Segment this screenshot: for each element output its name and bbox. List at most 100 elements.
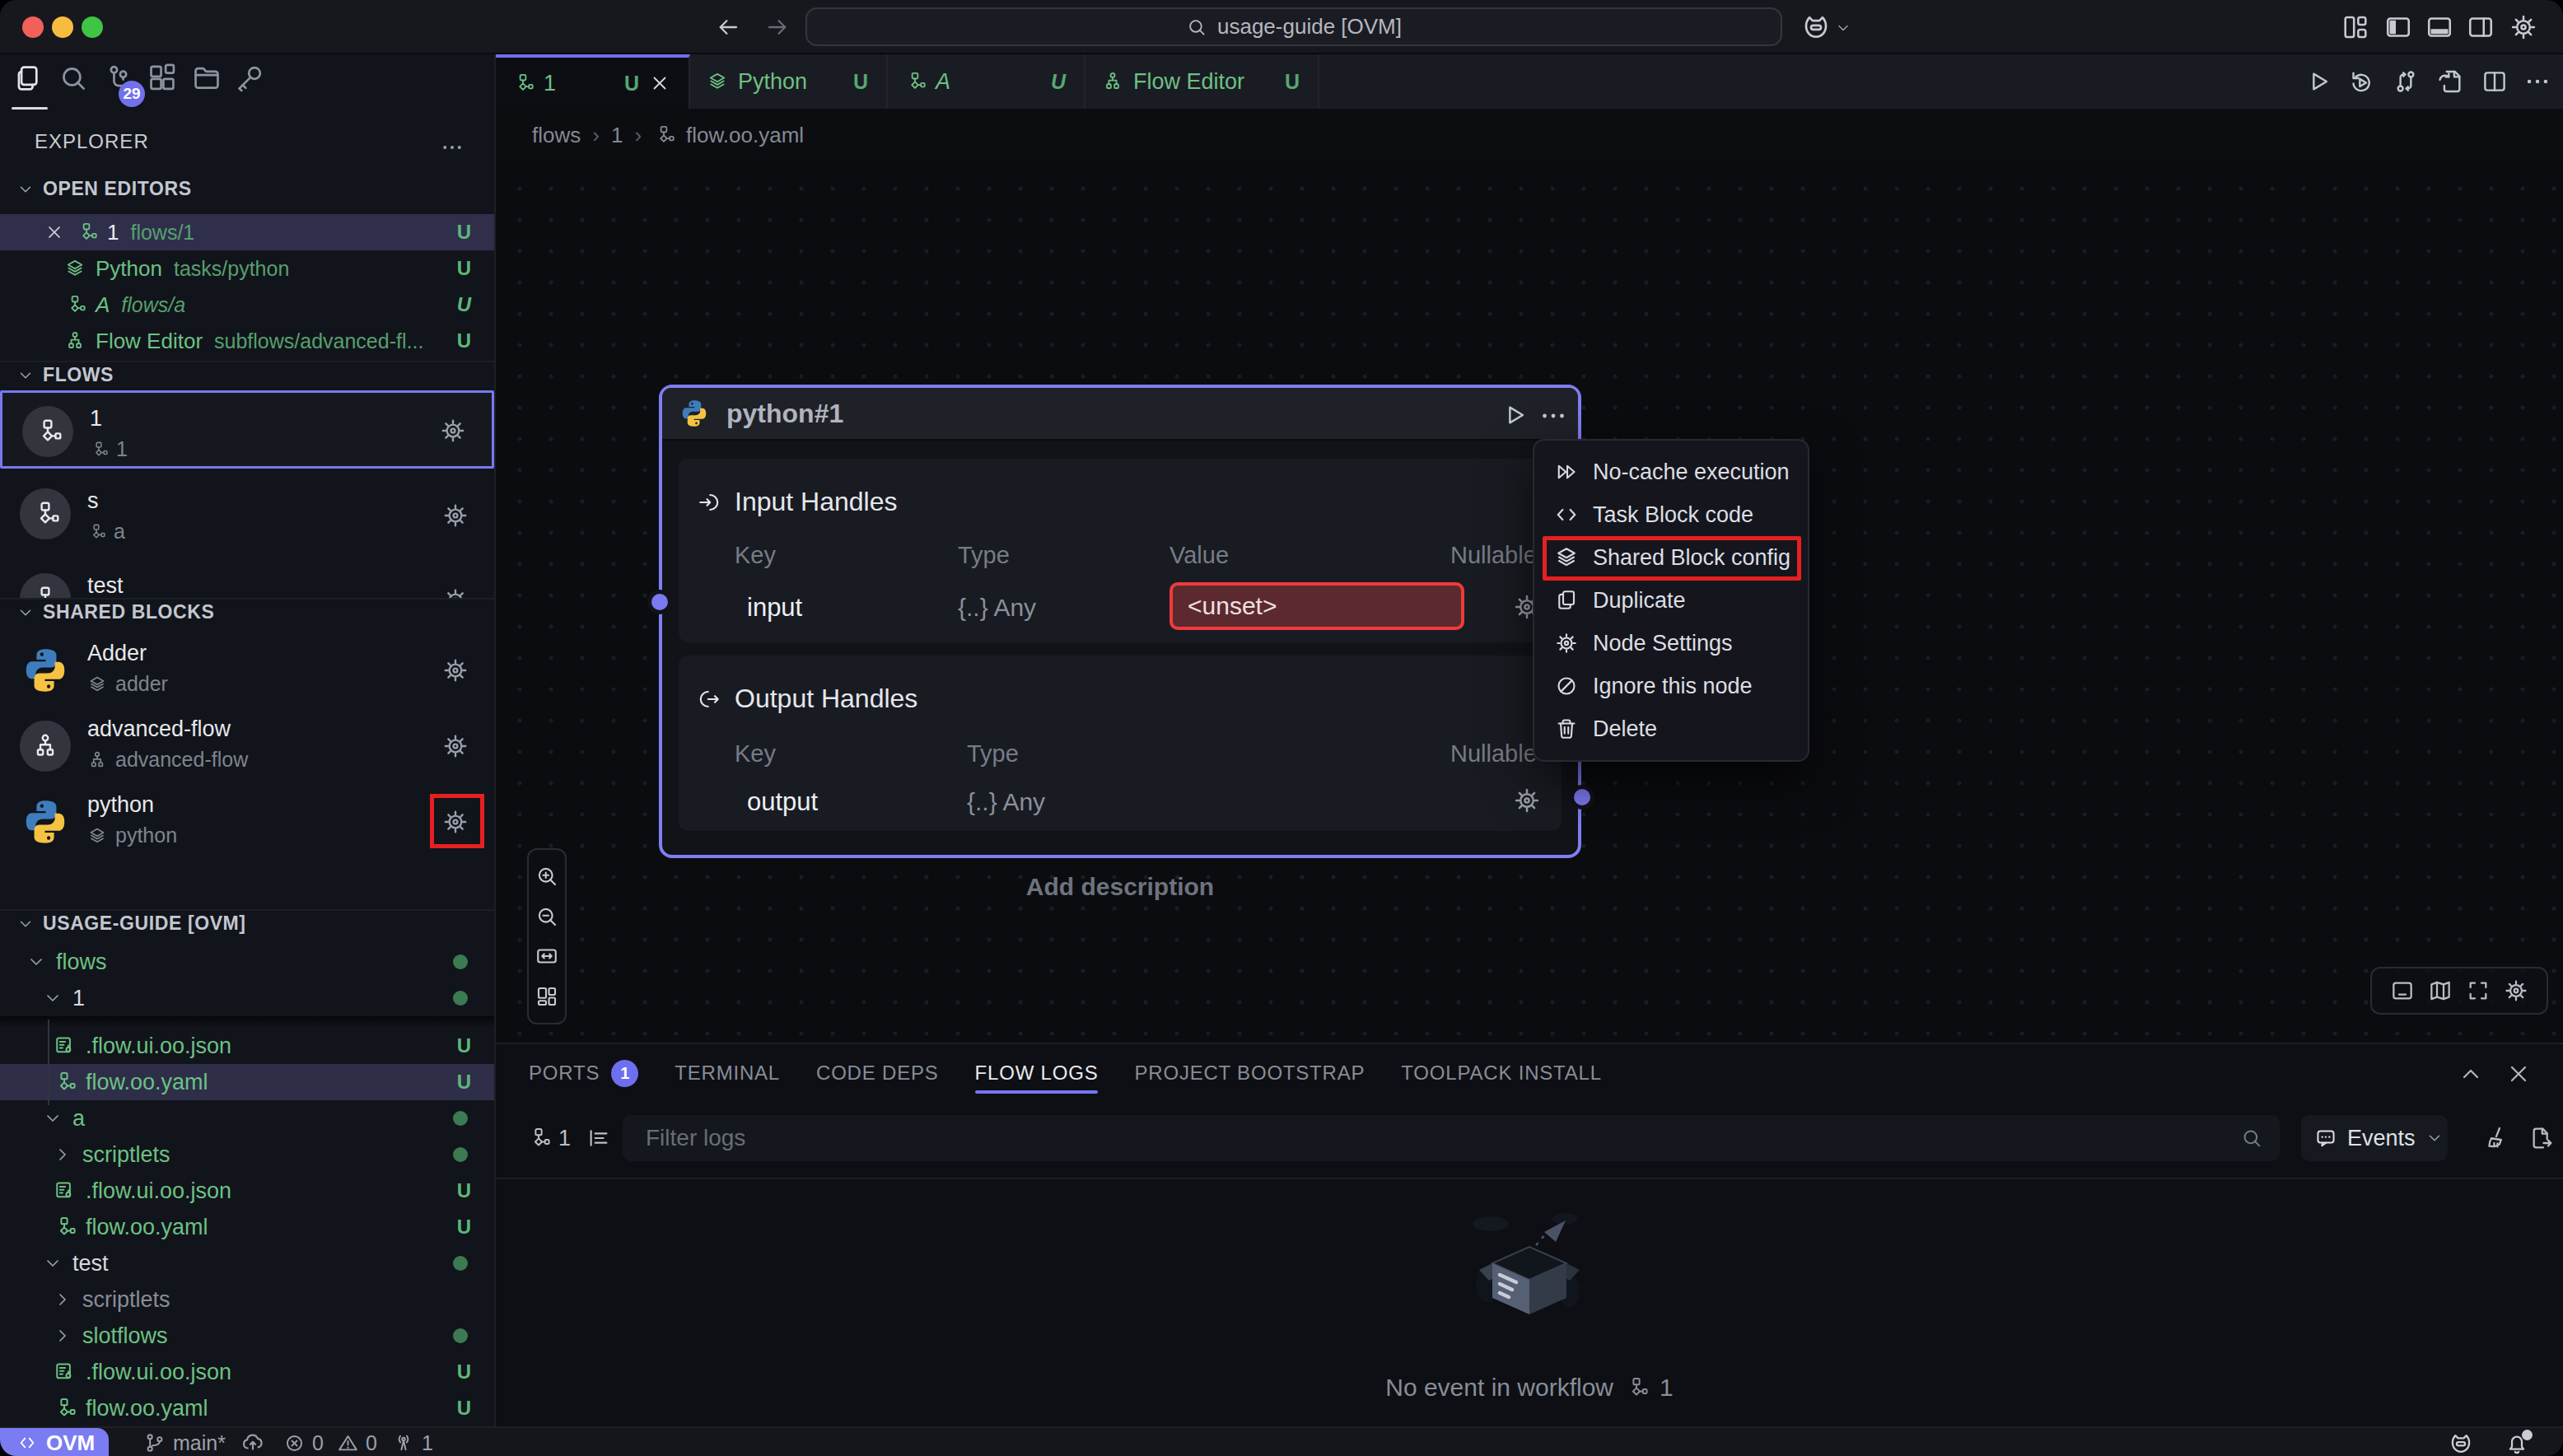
events-dropdown[interactable]: Events: [2301, 1115, 2448, 1161]
editor-tab-Flow Editor[interactable]: Flow Editor U: [1085, 54, 1319, 109]
panel-tab-flow-logs[interactable]: FLOW LOGS: [975, 1044, 1099, 1102]
panel-tab-ports[interactable]: PORTS1: [529, 1044, 638, 1102]
breadcrumb-item[interactable]: flows: [532, 123, 581, 148]
flow-node-python1[interactable]: python#1 Input Handles Key Type Value Nu…: [659, 385, 1581, 858]
tree-item-.flow.ui.oo.json[interactable]: .flow.ui.oo.jsonU: [0, 1028, 494, 1064]
node-run-icon[interactable]: [1501, 401, 1529, 429]
open-editor-item[interactable]: Aflows/aU: [0, 287, 494, 323]
tree-item-.flow.ui.oo.json[interactable]: .flow.ui.oo.jsonU: [0, 1354, 494, 1390]
ports-status[interactable]: 1: [392, 1428, 433, 1456]
workflow-ref[interactable]: 1: [558, 1126, 571, 1151]
customize-layout-icon[interactable]: [2341, 12, 2370, 42]
node-output-handle[interactable]: [1570, 785, 1594, 810]
export-logs-icon[interactable]: [2528, 1125, 2555, 1151]
open-changes-icon[interactable]: [2436, 68, 2464, 96]
open-editor-item[interactable]: 1flows/1U: [0, 214, 494, 250]
tab-close-icon[interactable]: [649, 72, 670, 94]
toggle-bottombar-icon[interactable]: [2389, 978, 2416, 1004]
log-level-icon[interactable]: [586, 1126, 611, 1150]
flow-item-1[interactable]: 1 1: [0, 390, 494, 469]
activity-secrets-icon[interactable]: [234, 63, 265, 94]
shared-block-Adder[interactable]: Adder adder: [0, 636, 494, 705]
compare-changes-icon[interactable]: [2392, 68, 2420, 96]
tree-item-a[interactable]: a: [0, 1100, 494, 1136]
output-gear-icon[interactable]: [1512, 786, 1542, 815]
activity-folders-icon[interactable]: [191, 63, 222, 94]
fullscreen-icon[interactable]: [2465, 978, 2491, 1004]
node-input-handle[interactable]: [647, 590, 672, 614]
menu-item-delete[interactable]: Delete: [1534, 707, 1808, 750]
split-editor-icon[interactable]: [2481, 68, 2509, 96]
clear-logs-icon[interactable]: [2484, 1125, 2510, 1151]
panel-tab-terminal[interactable]: TERMINAL: [675, 1044, 780, 1102]
remote-indicator[interactable]: OVM: [0, 1428, 109, 1456]
activity-extensions-icon[interactable]: [147, 63, 178, 94]
command-center-search[interactable]: usage-guide [OVM]: [805, 7, 1782, 46]
git-branch-status[interactable]: main*: [143, 1428, 265, 1456]
flows-header[interactable]: FLOWS: [0, 364, 494, 386]
editor-tab-1[interactable]: 1 U: [496, 54, 690, 109]
zoom-out-icon[interactable]: [535, 904, 559, 929]
minimize-window-button[interactable]: [52, 16, 73, 38]
toggle-panel-icon[interactable]: [2425, 12, 2454, 42]
panel-maximize-icon[interactable]: [2458, 1061, 2484, 1087]
menu-item-node-settings[interactable]: Node Settings: [1534, 622, 1808, 665]
layout-icon[interactable]: [535, 984, 559, 1009]
mascot-chevron-icon[interactable]: [1835, 20, 1851, 36]
run-icon[interactable]: [2304, 68, 2332, 96]
mascot-status-icon[interactable]: [2448, 1430, 2474, 1456]
forward-icon[interactable]: [764, 14, 791, 40]
fit-view-icon[interactable]: [535, 944, 559, 968]
open-editor-item[interactable]: Flow Editorsubflows/advanced-fl...U: [0, 323, 494, 359]
tree-item-scriptlets[interactable]: scriptlets: [0, 1281, 494, 1318]
canvas-settings-icon[interactable]: [2503, 978, 2529, 1004]
editor-more-icon[interactable]: [2523, 68, 2551, 96]
tree-item-.flow.ui.oo.json[interactable]: .flow.ui.oo.jsonU: [0, 1173, 494, 1209]
toggle-secondary-sidebar-icon[interactable]: [2466, 12, 2495, 42]
back-icon[interactable]: [715, 14, 741, 40]
panel-tab-toolpack-install[interactable]: TOOLPACK INSTALL: [1401, 1044, 1602, 1102]
node-header[interactable]: python#1: [662, 388, 1578, 441]
explorer-more-icon[interactable]: [440, 135, 465, 160]
tree-item-flows[interactable]: flows: [0, 944, 494, 980]
add-description-button[interactable]: Add description: [955, 873, 1285, 901]
activity-explorer-icon[interactable]: [12, 63, 44, 94]
input-value-unset[interactable]: <unset>: [1169, 582, 1464, 630]
open-editors-header[interactable]: OPEN EDITORS: [0, 178, 494, 200]
breadcrumb-item[interactable]: 1: [611, 123, 623, 148]
tree-item-1[interactable]: 1: [0, 980, 494, 1016]
menu-item-duplicate[interactable]: Duplicate: [1534, 579, 1808, 622]
zoom-in-icon[interactable]: [535, 864, 559, 889]
mascot-icon[interactable]: [1800, 12, 1832, 43]
panel-tab-code-deps[interactable]: CODE DEPS: [816, 1044, 939, 1102]
menu-item-ignore-this-node[interactable]: Ignore this node: [1534, 665, 1808, 707]
shared-block-advanced-flow[interactable]: advanced-flow advanced-flow: [0, 712, 494, 781]
project-header[interactable]: USAGE-GUIDE [OVM]: [0, 912, 494, 935]
tree-item-slotflows[interactable]: slotflows: [0, 1318, 494, 1354]
shared-blocks-header[interactable]: SHARED BLOCKS: [0, 601, 494, 623]
tree-item-scriptlets[interactable]: scriptlets: [0, 1136, 494, 1173]
editor-tab-A[interactable]: A U: [888, 54, 1085, 109]
close-window-button[interactable]: [22, 16, 44, 38]
menu-item-task-block-code[interactable]: Task Block code: [1534, 493, 1808, 536]
panel-tab-project-bootstrap[interactable]: PROJECT BOOTSTRAP: [1134, 1044, 1365, 1102]
tree-item-test[interactable]: test: [0, 1245, 494, 1281]
menu-item-no-cache-execution[interactable]: No-cache execution: [1534, 450, 1808, 493]
shared-block-python[interactable]: python python: [0, 787, 494, 856]
flow-canvas[interactable]: python#1 Input Handles Key Type Value Nu…: [496, 161, 2563, 1043]
flow-item-s[interactable]: s a: [0, 475, 494, 553]
panel-close-icon[interactable]: [2505, 1061, 2532, 1087]
tree-item-flow.oo.yaml[interactable]: flow.oo.yamlU: [0, 1064, 494, 1100]
breadcrumb-item[interactable]: flow.oo.yaml: [686, 123, 804, 148]
tree-item-flow.oo.yaml[interactable]: flow.oo.yamlU: [0, 1390, 494, 1426]
maximize-window-button[interactable]: [82, 16, 103, 38]
flow-item-test[interactable]: test: [0, 560, 494, 598]
open-editor-item[interactable]: Pythontasks/pythonU: [0, 250, 494, 287]
rerun-icon[interactable]: [2347, 68, 2375, 96]
settings-gear-icon[interactable]: [2509, 12, 2538, 42]
breadcrumb[interactable]: flows›1›flow.oo.yaml: [496, 109, 2563, 161]
node-more-icon[interactable]: [1538, 401, 1568, 431]
filter-logs-input[interactable]: Filter logs: [623, 1115, 2280, 1161]
minimap-icon[interactable]: [2427, 978, 2453, 1004]
problems-status[interactable]: 0 0: [283, 1428, 377, 1456]
